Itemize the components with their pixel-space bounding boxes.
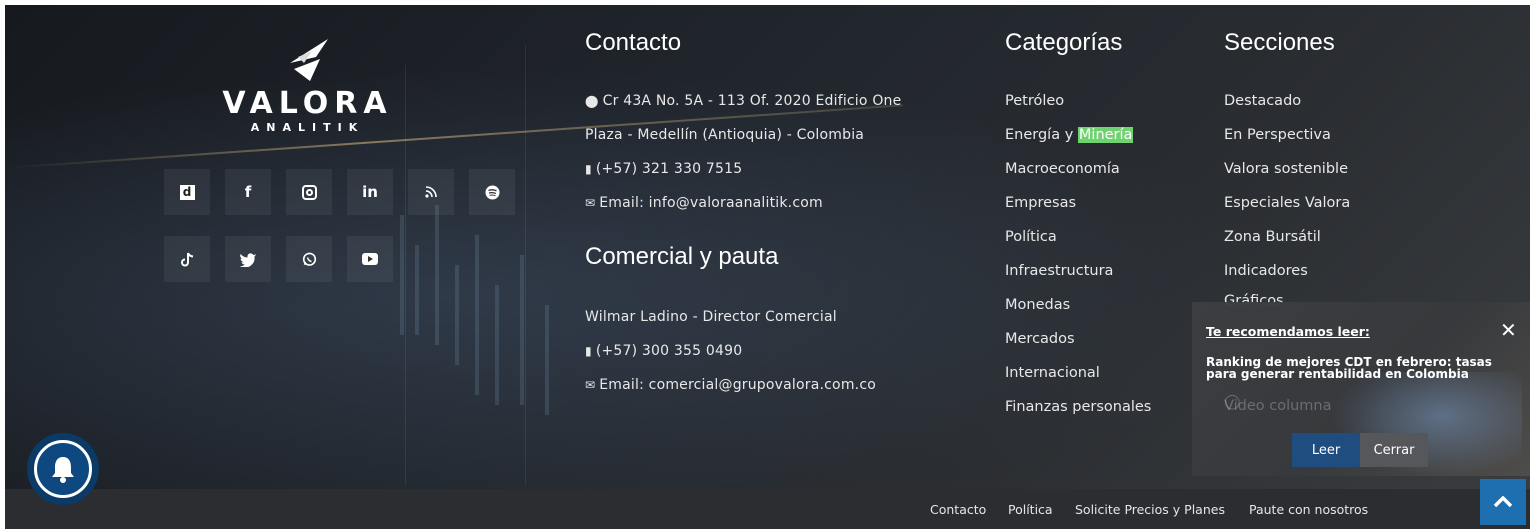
rss-icon[interactable] [408, 169, 454, 215]
comercial-email[interactable]: ✉ Email: comercial@grupovalora.com.co [585, 377, 876, 393]
spotify-icon[interactable] [469, 169, 515, 215]
category-link-infraestructura[interactable]: Infraestructura [1005, 263, 1113, 279]
background-gridline [405, 65, 406, 485]
twitter-icon[interactable] [225, 236, 271, 282]
contacto-phone[interactable]: ▮ (+57) 321 330 7515 [585, 161, 742, 177]
background-candle [415, 245, 419, 335]
comercial-phone[interactable]: ▮ (+57) 300 355 0490 [585, 343, 742, 359]
bottom-link-politica[interactable]: Política [1008, 502, 1053, 517]
logo-sub-text: ANALITIK [250, 121, 365, 134]
section-link-especiales-valora[interactable]: Especiales Valora [1224, 195, 1350, 211]
notification-bell-button[interactable] [27, 433, 99, 505]
read-button[interactable]: Leer [1292, 433, 1360, 467]
secciones-title: Secciones [1224, 29, 1335, 56]
contacto-address-line1: ⬤ Cr 43A No. 5A - 113 Of. 2020 Edificio O… [585, 93, 902, 109]
map-marker-icon: ⬤ [585, 94, 599, 108]
logo-brand-text: VALORA [222, 86, 393, 121]
bell-icon [34, 440, 92, 498]
valora-logo[interactable]: VALORA ANALITIK [220, 33, 395, 143]
comercial-contact-name: Wilmar Ladino - Director Comercial [585, 309, 837, 325]
background-candle [455, 265, 459, 365]
category-link-energia-mineria[interactable]: Energía y Minería [1005, 127, 1134, 143]
background-gridline [525, 45, 526, 485]
contacto-address-line2: Plaza - Medellín (Antioquia) - Colombia [585, 127, 865, 143]
category-link-internacional[interactable]: Internacional [1005, 365, 1100, 381]
background-candle [435, 205, 439, 345]
background-candle [495, 285, 499, 405]
whatsapp-icon[interactable] [286, 236, 332, 282]
contacto-title: Contacto [585, 29, 682, 56]
section-link-destacado[interactable]: Destacado [1224, 93, 1301, 109]
categorias-title: Categorías [1005, 29, 1123, 56]
category-link-petroleo[interactable]: Petróleo [1005, 93, 1064, 109]
comercial-title: Comercial y pauta [585, 243, 779, 270]
recommend-title[interactable]: Te recomendamos leer: [1206, 324, 1370, 339]
category-link-empresas[interactable]: Empresas [1005, 195, 1076, 211]
section-link-zona-bursatil[interactable]: Zona Bursátil [1224, 229, 1321, 245]
category-link-monedas[interactable]: Monedas [1005, 297, 1070, 313]
recommend-popup: ◯ Video columna Te recomendamos leer: ✕ … [1192, 302, 1530, 476]
category-link-macroeconomia[interactable]: Macroeconomía [1005, 161, 1120, 177]
contacto-email[interactable]: ✉ Email: info@valoraanalitik.com [585, 195, 823, 211]
bottom-link-paute[interactable]: Paute con nosotros [1249, 502, 1368, 517]
background-candle [520, 255, 524, 405]
category-link-mercados[interactable]: Mercados [1005, 331, 1075, 347]
category-link-politica[interactable]: Política [1005, 229, 1057, 245]
section-link-video-columna: Video columna [1224, 398, 1332, 414]
phone-icon: ▮ [585, 344, 592, 358]
linkedin-icon[interactable]: in [347, 169, 393, 215]
section-link-valora-sostenible[interactable]: Valora sostenible [1224, 161, 1348, 177]
bottom-link-solicite-precios[interactable]: Solicite Precios y Planes [1075, 502, 1225, 517]
dinero-icon[interactable]: d [164, 169, 210, 215]
background-candle [475, 235, 479, 395]
category-link-finanzas-personales[interactable]: Finanzas personales [1005, 399, 1151, 415]
section-link-en-perspectiva[interactable]: En Perspectiva [1224, 127, 1331, 143]
section-link-indicadores[interactable]: Indicadores [1224, 263, 1308, 279]
recommend-headline[interactable]: Ranking de mejores CDT en febrero: tasas… [1206, 356, 1506, 380]
close-icon[interactable]: ✕ [1500, 320, 1517, 340]
youtube-icon[interactable] [347, 236, 393, 282]
envelope-icon: ✉ [585, 196, 596, 210]
close-button[interactable]: Cerrar [1360, 433, 1428, 467]
phone-icon: ▮ [585, 162, 592, 176]
background-candle [400, 215, 404, 335]
facebook-icon[interactable]: f [225, 169, 271, 215]
scroll-to-top-button[interactable] [1480, 479, 1526, 525]
chevron-up-icon [1493, 496, 1513, 508]
instagram-icon[interactable] [286, 169, 332, 215]
background-candle [545, 305, 549, 415]
search-highlight: Minería [1077, 127, 1134, 143]
bottom-link-contacto[interactable]: Contacto [930, 502, 986, 517]
tiktok-icon[interactable] [164, 236, 210, 282]
logo-mark-icon [289, 39, 328, 81]
envelope-icon: ✉ [585, 378, 596, 392]
